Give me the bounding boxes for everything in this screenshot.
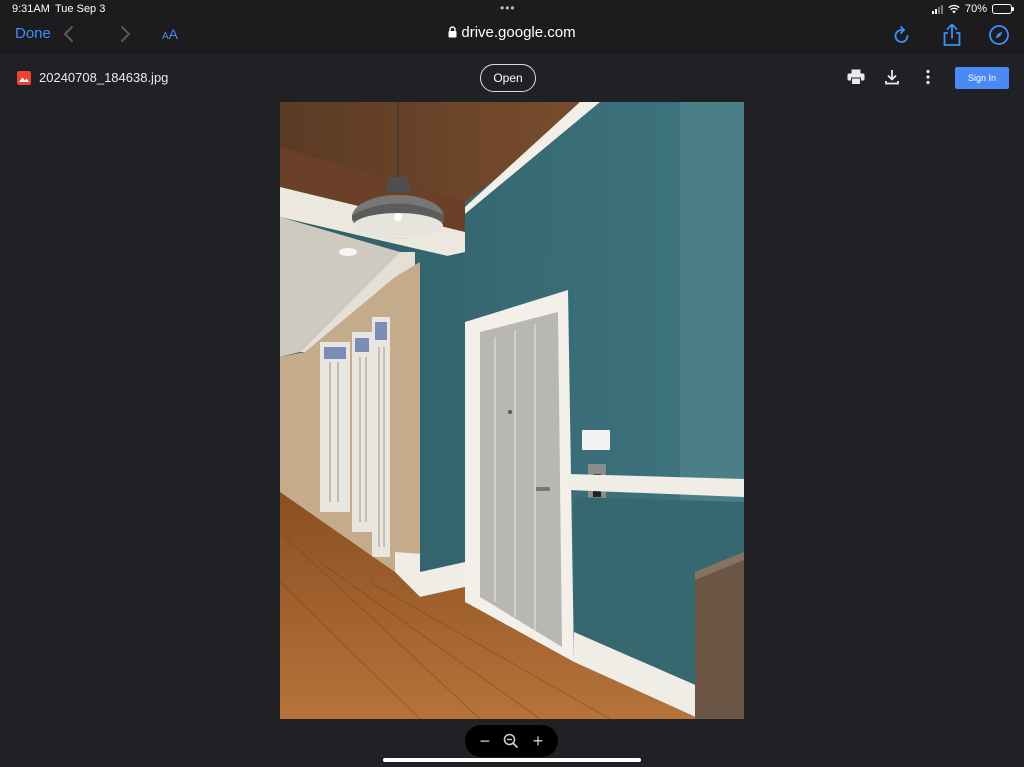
lock-icon [448, 26, 457, 38]
reload-icon[interactable] [892, 23, 912, 47]
cellular-signal-icon [931, 4, 943, 14]
zoom-minus-button[interactable]: − [480, 732, 491, 750]
multitasking-dots-icon[interactable]: ••• [500, 1, 516, 15]
zoom-controls: − + [465, 725, 558, 757]
file-name: 20240708_184638.jpg [39, 70, 169, 85]
status-time: 9:31AM [12, 3, 50, 15]
viewer-header: 20240708_184638.jpg Open Sign In [0, 54, 1024, 100]
sign-in-button[interactable]: Sign In [955, 67, 1009, 89]
open-button[interactable]: Open [480, 64, 536, 92]
hallway-photo [280, 102, 744, 719]
image-file-icon [17, 71, 31, 85]
status-bar: 9:31AM Tue Sep 3 ••• 70% [0, 0, 1024, 18]
battery-percent: 70% [964, 3, 987, 15]
print-icon[interactable] [847, 69, 865, 85]
battery-icon [992, 4, 1014, 14]
status-date: Tue Sep 3 [55, 3, 106, 15]
zoom-plus-button[interactable]: + [533, 732, 544, 750]
home-indicator[interactable] [383, 758, 641, 762]
status-right: 70% [931, 3, 1014, 15]
share-icon[interactable] [941, 23, 963, 47]
wifi-icon [948, 4, 960, 14]
compass-icon[interactable] [988, 23, 1010, 47]
photo-preview [280, 102, 744, 719]
address-bar[interactable]: drive.google.com [0, 24, 1024, 41]
url-text: drive.google.com [461, 24, 576, 41]
download-icon[interactable] [884, 69, 900, 85]
more-vert-icon[interactable] [925, 69, 931, 85]
zoom-out-icon[interactable] [503, 733, 519, 749]
browser-toolbar: Done AA drive.google.com [0, 18, 1024, 54]
